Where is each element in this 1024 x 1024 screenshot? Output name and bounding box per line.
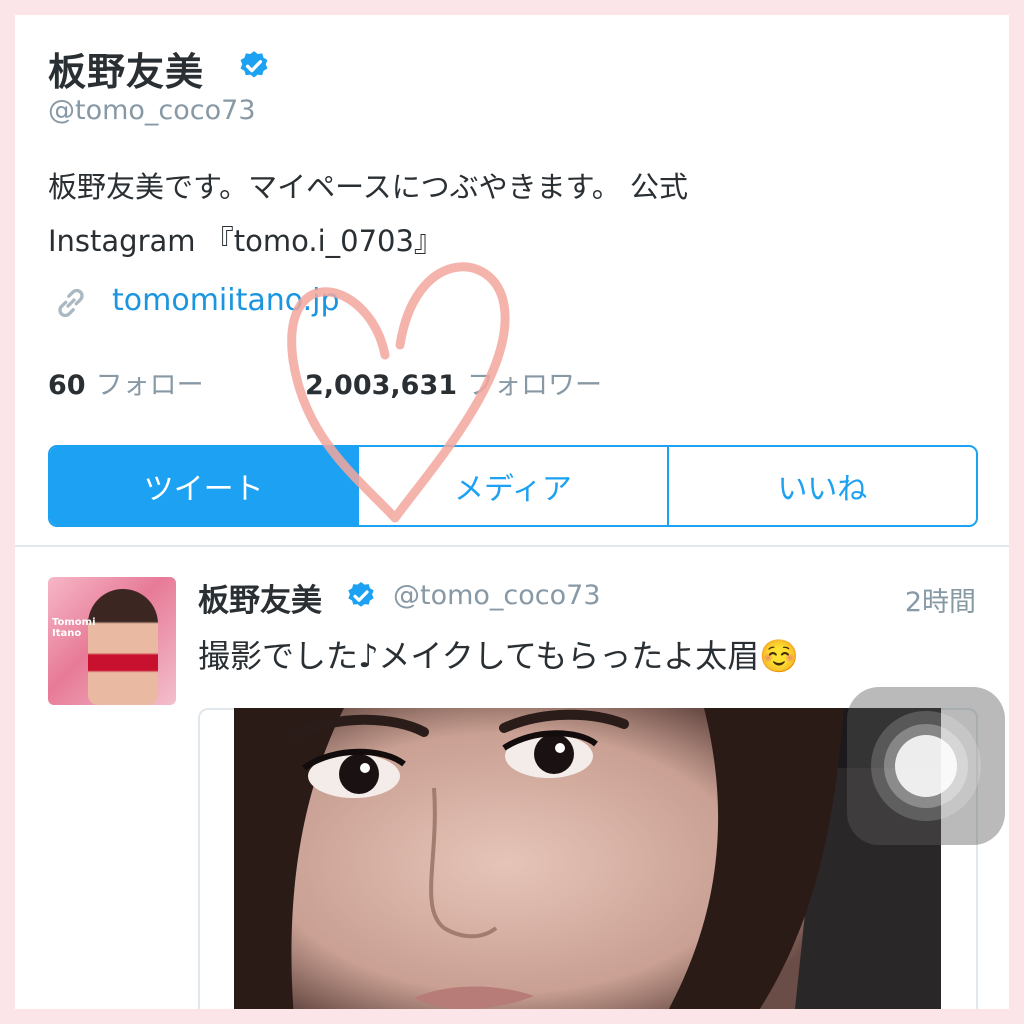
tweet-avatar[interactable]: Tomomi Itano — [48, 577, 176, 705]
bio-line: 板野友美です。マイペースにつぶやきます。 公式 — [48, 170, 688, 204]
tweet-photo[interactable] — [234, 708, 941, 1009]
profile-screen: 板野友美 @tomo_coco73 板野友美です。マイペースにつぶやきます。 公… — [15, 15, 1009, 1009]
profile-handle: @tomo_coco73 — [48, 95, 256, 126]
photo-illustration — [234, 708, 941, 1009]
section-divider — [15, 545, 1009, 547]
heart-doodle-icon — [287, 262, 510, 523]
verified-badge-icon — [240, 51, 268, 78]
assistive-touch-button[interactable] — [847, 687, 1005, 845]
tweet-author-name[interactable]: 板野友美 — [198, 575, 322, 620]
avatar-figure — [88, 589, 158, 705]
verified-badge-icon — [348, 582, 374, 607]
link-icon — [58, 288, 84, 318]
tweet-timestamp[interactable]: 2時間 — [905, 580, 976, 619]
following-stat[interactable]: 60 フォロー — [48, 363, 204, 402]
tweet-author-handle[interactable]: @tomo_coco73 — [393, 580, 601, 611]
assistive-ring-inner — [895, 735, 957, 797]
following-label: フォロー — [95, 370, 204, 401]
tweet-text: 撮影でした♪メイクしてもらったよ太眉☺️ — [198, 637, 800, 675]
avatar-text: Tomomi Itano — [52, 617, 96, 639]
profile-name: 板野友美 — [48, 50, 205, 94]
following-count: 60 — [48, 370, 86, 401]
tab-likes[interactable]: いいね — [669, 447, 976, 525]
